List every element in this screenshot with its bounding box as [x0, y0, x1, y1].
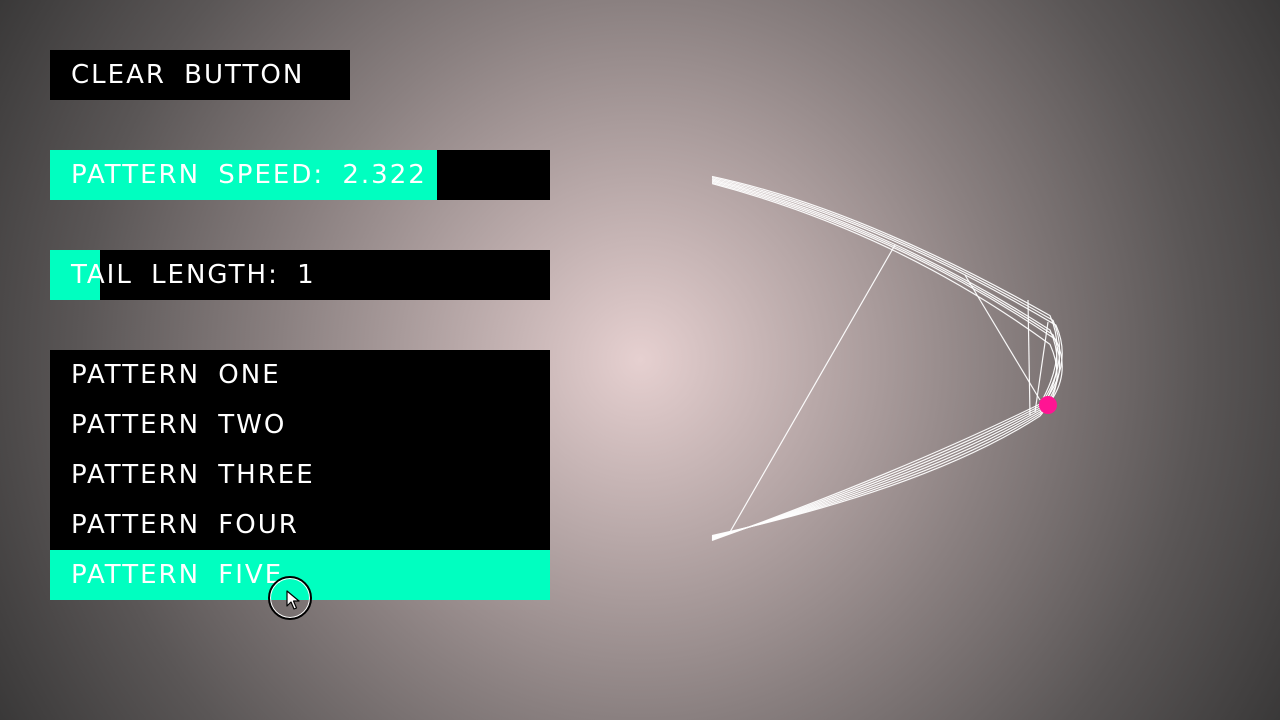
pattern-three-option[interactable]: PATTERN THREE	[50, 450, 550, 500]
trail-strand	[711, 179, 1058, 539]
tail-length-slider[interactable]: TAIL LENGTH: 1	[50, 250, 550, 300]
pattern-speed-slider[interactable]: PATTERN SPEED: 2.322	[50, 150, 550, 200]
pattern-option-label: PATTERN ONE	[71, 360, 281, 390]
pattern-one-option[interactable]: PATTERN ONE	[50, 350, 550, 400]
pattern-trail	[711, 175, 1063, 541]
pattern-option-label: PATTERN FOUR	[71, 510, 299, 540]
clear-button-label: CLEAR BUTTON	[71, 60, 305, 90]
pattern-option-label: PATTERN FIVE	[71, 560, 284, 590]
trail-strand	[711, 180, 1061, 538]
pattern-option-label: PATTERN TWO	[71, 410, 287, 440]
pattern-speed-label: PATTERN SPEED: 2.322	[71, 160, 427, 190]
pattern-dot	[1039, 396, 1057, 414]
pattern-list: PATTERN ONE PATTERN TWO PATTERN THREE PA…	[50, 350, 550, 600]
pattern-four-option[interactable]: PATTERN FOUR	[50, 500, 550, 550]
clear-button[interactable]: CLEAR BUTTON	[50, 50, 350, 100]
pattern-option-label: PATTERN THREE	[71, 460, 315, 490]
tail-length-label: TAIL LENGTH: 1	[71, 260, 316, 290]
pattern-two-option[interactable]: PATTERN TWO	[50, 400, 550, 450]
pattern-canvas	[711, 175, 1063, 541]
pattern-five-option[interactable]: PATTERN FIVE	[50, 550, 550, 600]
